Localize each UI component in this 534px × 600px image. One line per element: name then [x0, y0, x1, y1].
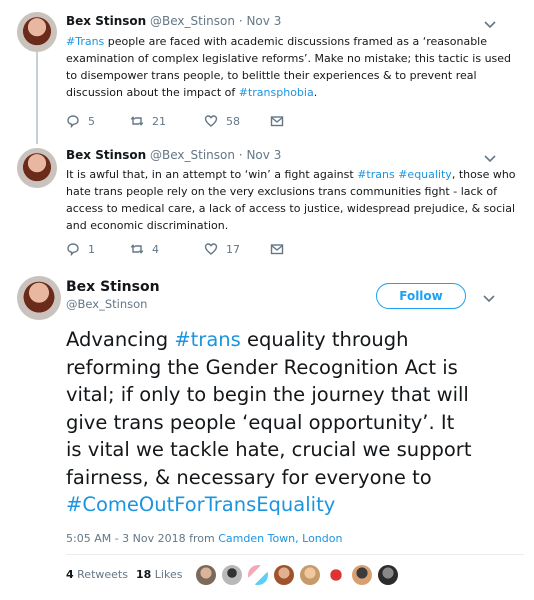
- text-line: people are faced with academic discussio…: [104, 35, 488, 48]
- author-name[interactable]: Bex Stinson: [66, 14, 146, 28]
- avatar[interactable]: [17, 12, 57, 52]
- tweet-text: Advancing #trans equality through reform…: [66, 326, 524, 519]
- reply-icon: [67, 243, 79, 256]
- author-handle[interactable]: @Bex_Stinson: [66, 297, 147, 311]
- text-line: vital; if only to begin the journey that…: [66, 383, 469, 406]
- tweet-time[interactable]: 5:05 AM - 3 Nov 2018 from: [66, 532, 218, 545]
- text-line: It is awful that, in an attempt to ‘win’…: [66, 168, 358, 181]
- avatar[interactable]: [17, 148, 57, 188]
- text-line: , those who: [451, 168, 516, 181]
- chevron-down-icon[interactable]: [484, 18, 496, 33]
- author-handle[interactable]: @Bex_Stinson: [150, 148, 235, 162]
- tweet-actions: 1 4 17: [66, 242, 334, 256]
- separator-dot: ·: [238, 148, 243, 162]
- text-line: fairness, & necessary for everyone to: [66, 465, 432, 489]
- text-line: examination of complex legislative refor…: [66, 52, 512, 65]
- liker-avatar[interactable]: [326, 565, 346, 585]
- likes-label: Likes: [151, 568, 183, 581]
- like-count: 17: [226, 242, 240, 256]
- likes-stat[interactable]: 18 Likes: [136, 568, 182, 581]
- retweets-stat[interactable]: 4 Retweets: [66, 568, 128, 581]
- text-line: equality through: [240, 328, 409, 351]
- location-link[interactable]: Camden Town, London: [218, 532, 342, 545]
- text-line: to disempower trans people, to belittle …: [66, 69, 477, 82]
- dm-button[interactable]: [270, 114, 334, 128]
- like-count: 58: [226, 114, 240, 128]
- retweet-button[interactable]: 21: [130, 114, 204, 128]
- tweet-stats: 4 Retweets 18 Likes: [66, 568, 182, 581]
- like-button[interactable]: 17: [204, 242, 270, 256]
- liker-avatar[interactable]: [352, 565, 372, 585]
- hashtag[interactable]: #Trans: [66, 35, 104, 48]
- liker-avatar[interactable]: [274, 565, 294, 585]
- liker-avatars: [196, 565, 398, 585]
- text-line: Advancing: [66, 328, 175, 351]
- dm-icon: [270, 116, 284, 127]
- hashtag[interactable]: #equality: [398, 168, 452, 181]
- reply-count: 1: [88, 242, 95, 256]
- retweets-label: Retweets: [73, 568, 128, 581]
- text-line: give trans people ‘equal opportunity’. I…: [66, 410, 455, 434]
- text-line: access to medical care, a lack of access…: [66, 202, 516, 215]
- liker-avatar[interactable]: [300, 565, 320, 585]
- dm-icon: [270, 244, 284, 255]
- tweet-text: #Trans people are faced with academic di…: [66, 33, 526, 101]
- text-line: reforming the Gender Recognition Act is: [66, 355, 458, 379]
- hashtag[interactable]: #trans: [357, 168, 395, 181]
- like-icon: [204, 115, 218, 127]
- hashtag[interactable]: #transphobia: [239, 86, 314, 99]
- author-name[interactable]: Bex Stinson: [66, 148, 146, 162]
- tweet-date[interactable]: Nov 3: [246, 148, 281, 162]
- tweet-date[interactable]: Nov 3: [246, 14, 281, 28]
- reply-icon: [67, 115, 79, 128]
- retweet-count: 4: [152, 242, 159, 256]
- likes-count: 18: [135, 568, 152, 581]
- retweet-icon: [130, 244, 144, 254]
- reply-button[interactable]: 5: [66, 114, 130, 128]
- text-line: is vital we tackle hate, crucial we supp…: [66, 438, 472, 461]
- retweet-count: 21: [152, 114, 166, 128]
- text-line: .: [313, 86, 318, 99]
- hashtag[interactable]: #ComeOutForTransEquality: [66, 493, 335, 516]
- hashtag[interactable]: #trans: [174, 328, 240, 351]
- author-name[interactable]: Bex Stinson: [66, 279, 160, 295]
- reply-button[interactable]: 1: [66, 242, 130, 256]
- tweet-text: It is awful that, in an attempt to ‘win’…: [66, 166, 526, 234]
- chevron-down-icon[interactable]: [483, 292, 495, 307]
- liker-avatar[interactable]: [248, 565, 268, 585]
- text-line: hate trans people rely on the very exclu…: [66, 185, 498, 198]
- follow-button[interactable]: Follow: [376, 283, 466, 309]
- avatar[interactable]: [17, 276, 61, 320]
- reply-count: 5: [88, 114, 95, 128]
- like-icon: [204, 243, 218, 255]
- retweet-icon: [130, 116, 144, 126]
- author-handle[interactable]: @Bex_Stinson: [150, 14, 235, 28]
- text-line: discussion about the impact of: [66, 86, 239, 99]
- thread-line: [36, 52, 38, 144]
- separator-dot: ·: [238, 14, 243, 28]
- liker-avatar[interactable]: [196, 565, 216, 585]
- like-button[interactable]: 58: [204, 114, 270, 128]
- divider: [66, 554, 524, 555]
- dm-button[interactable]: [270, 242, 334, 256]
- liker-avatar[interactable]: [378, 565, 398, 585]
- tweet-actions: 5 21 58: [66, 114, 334, 128]
- text-line: and economic discrimination.: [66, 219, 229, 232]
- chevron-down-icon[interactable]: [484, 152, 496, 167]
- timestamp: 5:05 AM - 3 Nov 2018 from Camden Town, L…: [66, 532, 342, 545]
- retweet-button[interactable]: 4: [130, 242, 204, 256]
- liker-avatar[interactable]: [222, 565, 242, 585]
- retweets-count: 4: [66, 568, 74, 581]
